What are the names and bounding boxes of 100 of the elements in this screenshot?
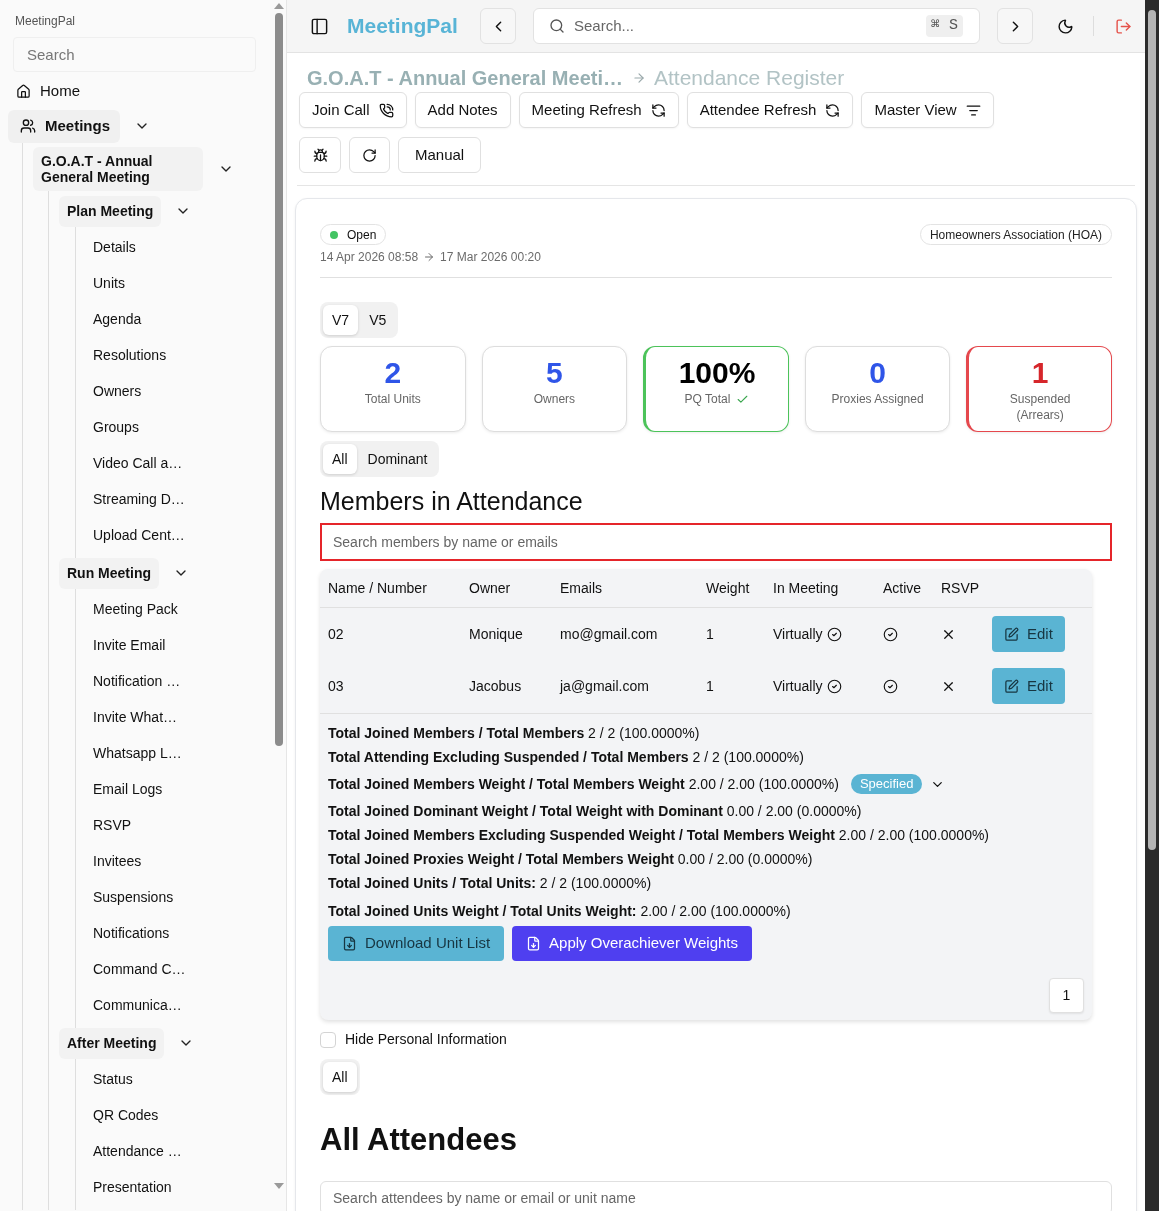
sidebar-item[interactable]: Notifications	[93, 915, 170, 952]
sidebar-group[interactable]: Plan Meeting	[59, 195, 162, 227]
action-button[interactable]: Download Unit List	[328, 926, 505, 961]
member-search-field[interactable]: Search members by name or emails	[320, 523, 1112, 561]
summary-line: Total Joined Members / Total Members 2 / 2 (100.0000%)	[328, 723, 700, 743]
scrollbar-thumb[interactable]	[1148, 10, 1156, 850]
file-download-icon	[526, 936, 542, 951]
tab[interactable]: All	[323, 444, 357, 474]
column-header: Active	[883, 578, 923, 598]
users-icon	[20, 118, 36, 135]
sidebar-item[interactable]: Attendance …	[93, 1133, 182, 1170]
tab[interactable]: Dominant	[358, 444, 437, 474]
summary-line: Total Joined Units / Total Units: 2 / 2 (100.0000%)	[328, 873, 652, 893]
sidebar-item[interactable]: Email Logs	[93, 771, 163, 808]
logout-icon	[1114, 17, 1132, 35]
tab[interactable]: All	[323, 1062, 357, 1092]
summary-line: Total Joined Proxies Weight / Total Members Weight 0.00 / 2.00 (0.0000%)	[328, 849, 813, 869]
toolbar-button[interactable]: Join Call	[299, 92, 407, 128]
stat-value: 5	[546, 356, 563, 390]
toolbar-button[interactable]: Master View	[861, 92, 994, 128]
sidebar-item[interactable]: Notification …	[93, 663, 181, 700]
search-icon	[549, 18, 565, 34]
sidebar-item[interactable]: Invitees	[93, 843, 142, 880]
column-header: Name / Number	[328, 578, 428, 598]
tab[interactable]: V7	[323, 305, 359, 335]
table-cell-text: 1	[706, 624, 715, 644]
sidebar-item[interactable]: Details	[93, 229, 136, 266]
summary-line: Total Joined Units Weight / Total Units Weight: 2.00 / 2.00 (100.0000%)	[328, 901, 791, 921]
sidebar-item[interactable]: Invite Email	[93, 627, 166, 664]
sidebar-item[interactable]: RSVP	[93, 807, 132, 844]
reload-icon	[362, 147, 377, 163]
sidebar-item[interactable]: Home	[8, 76, 80, 106]
attendee-search-field[interactable]: Search attendees by name or email or unit name	[320, 1181, 1112, 1211]
sidebar-item[interactable]: Owners	[93, 373, 142, 410]
edit-button[interactable]: Edit	[992, 668, 1065, 704]
search-bar[interactable]: Search... ⌘ S	[533, 8, 980, 44]
page-button[interactable]: 1	[1049, 978, 1084, 1013]
column-header: Owner	[469, 578, 512, 598]
shortcut-key: ⌘ S	[925, 14, 963, 38]
stat-value: 2	[384, 356, 402, 390]
scrollbar-thumb[interactable]	[275, 13, 283, 746]
sidebar-group[interactable]: G.O.A.T - Annual General Meeting	[33, 146, 203, 191]
summary-line: Total Attending Excluding Suspended / Total Members 2 / 2 (100.0000%)	[328, 747, 804, 767]
stat-value: 1	[1031, 356, 1049, 390]
checkbox-label: Hide Personal Information	[345, 1030, 507, 1049]
sidebar-item[interactable]: Status	[93, 1061, 133, 1098]
sidebar-item[interactable]: Units	[93, 265, 125, 302]
start-date: 14 Apr 2026 08:58	[320, 249, 419, 265]
sidebar-panel-icon	[309, 16, 329, 36]
sidebar-item[interactable]: Communica…	[93, 987, 182, 1024]
edit-icon	[1004, 626, 1019, 642]
toolbar-button[interactable]: Meeting Refresh	[518, 92, 679, 128]
stat-value: 0	[869, 356, 886, 390]
refresh-icon	[650, 102, 666, 118]
sidebar-item[interactable]: Resolutions	[93, 337, 167, 374]
toolbar-button[interactable]: Attendee Refresh	[686, 92, 854, 128]
sidebar-item[interactable]: Video Call a…	[93, 445, 183, 482]
sidebar-item[interactable]: Whatsapp L…	[93, 735, 182, 772]
checkbox[interactable]	[320, 1031, 336, 1048]
stat-label: Suspended (Arrears)	[1008, 391, 1072, 423]
table-cell-text: 03	[328, 676, 345, 696]
stat-value: 100%	[678, 356, 756, 390]
action-button[interactable]: Apply Overachiever Weights	[512, 926, 753, 961]
table-cell-text: 02	[328, 624, 345, 644]
edit-icon	[1004, 678, 1019, 694]
stat-label: Proxies Assigned	[831, 391, 924, 407]
toolbar-button[interactable]: Manual	[398, 137, 482, 173]
sidebar-item[interactable]: Meeting Pack	[93, 591, 178, 628]
moon-icon	[1056, 17, 1074, 35]
sidebar-item[interactable]: Invite What…	[93, 699, 178, 736]
table-cell-text: Virtually	[773, 676, 823, 696]
scroll-down-arrow-icon[interactable]	[274, 1183, 284, 1189]
logout-button[interactable]	[1113, 16, 1133, 36]
column-header: Weight	[706, 578, 751, 598]
sidebar-item[interactable]: QR Codes	[93, 1097, 159, 1134]
sidebar-item[interactable]: Streaming D…	[93, 481, 185, 518]
summary-line: Total Joined Members Excluding Suspended Weight / Total Members Weight 2.00 / 2.00 (100.0000%)	[328, 825, 990, 845]
search-field[interactable]: Search	[13, 37, 256, 72]
sidebar-item[interactable]: Groups	[93, 409, 139, 446]
bug-button[interactable]	[299, 137, 341, 173]
reload-button[interactable]	[349, 137, 390, 173]
sidebar-item[interactable]: Agenda	[93, 301, 142, 338]
edit-button[interactable]: Edit	[992, 616, 1065, 652]
app-name: MeetingPal	[14, 13, 77, 29]
sidebar-item[interactable]: Presentation	[93, 1169, 172, 1206]
search-input[interactable]: Search...	[574, 14, 926, 38]
sidebar-item[interactable]: Command C…	[93, 951, 186, 988]
toolbar-button[interactable]: Add Notes	[414, 92, 511, 128]
stat-label: PQ Total	[684, 391, 731, 407]
status-label: Open	[347, 226, 377, 244]
tab[interactable]: V5	[360, 305, 396, 335]
sidebar-item[interactable]: Upload Cent…	[93, 517, 185, 554]
column-header: Emails	[560, 578, 603, 598]
column-header: In Meeting	[773, 578, 840, 598]
sidebar-group[interactable]: After Meeting	[59, 1027, 165, 1059]
sidebar-group[interactable]: Meetings	[8, 110, 120, 143]
column-header: RSVP	[941, 578, 981, 598]
sidebar-item[interactable]: Suspensions	[93, 879, 174, 916]
summary-line: Total Joined Members Weight / Total Members Weight 2.00 / 2.00 (100.0000%)	[328, 774, 839, 794]
sidebar-group[interactable]: Run Meeting	[59, 557, 159, 589]
